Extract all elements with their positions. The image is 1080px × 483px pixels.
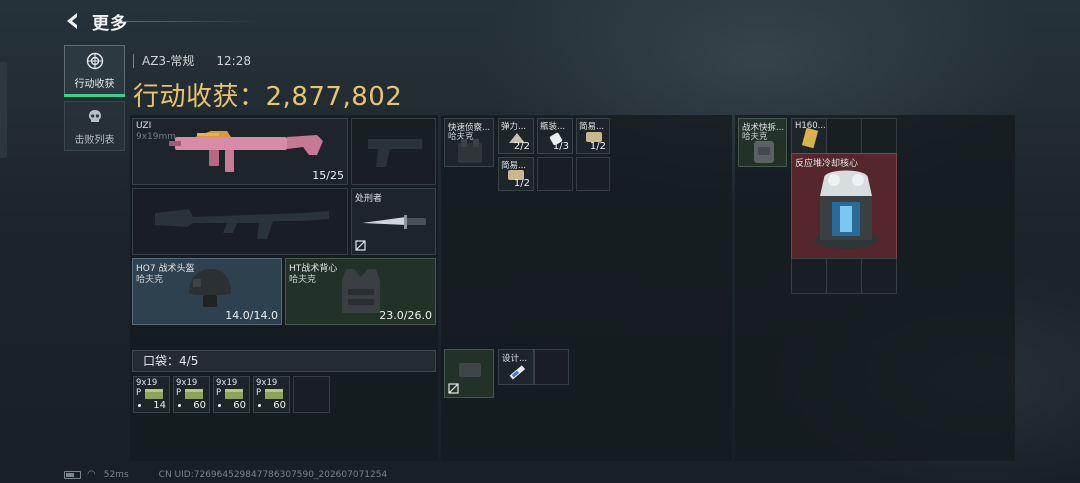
tab-label: 行动收获 — [74, 79, 115, 90]
empty-rig-slot[interactable] — [537, 157, 573, 191]
gain-value: 2,877,802 — [265, 82, 403, 112]
top-bar: 更多 — [62, 8, 128, 34]
ammo-box-icon — [225, 389, 243, 399]
pocket-count: 4/5 — [179, 354, 199, 368]
safe-box-slot[interactable] — [444, 349, 494, 398]
item-count: 2/2 — [513, 141, 530, 152]
ammo-count: 60 — [233, 400, 246, 411]
pistol-silhouette-icon — [368, 139, 422, 167]
melee-name: 处刑者 — [355, 194, 383, 204]
tab-label: 击败列表 — [74, 135, 115, 146]
ammo-dot — [258, 404, 261, 407]
ammo-sub: P — [256, 388, 262, 398]
backpack-slot[interactable]: 战术快拆... 哈夫克 — [738, 118, 787, 167]
backpack-grid: H160... 反应堆冷却核心 — [791, 118, 897, 294]
status-bar: ◠ 52ms CN UID:726964529847786307590_2026… — [64, 469, 387, 480]
ammo-sub: P — [216, 388, 222, 398]
ammo-count: 60 — [273, 400, 286, 411]
primary-ammo: 15/25 — [312, 169, 344, 182]
secondary-weapon-slot[interactable] — [132, 188, 348, 255]
armor-slot[interactable]: HT战术背心 哈夫克 23.0/26.0 — [285, 258, 436, 325]
pocket-label: 口袋： — [143, 354, 180, 368]
empty-backpack-slot[interactable] — [861, 258, 897, 294]
item-count: 1/2 — [513, 178, 530, 189]
helmet-brand: 哈夫克 — [136, 275, 164, 285]
reactor-core-slot[interactable]: 反应堆冷却核心 — [791, 153, 897, 259]
safe-box-icon — [459, 363, 481, 377]
ammo-sub: P — [176, 388, 182, 398]
ammo-slot[interactable]: 9x19 P 60 — [213, 376, 250, 413]
ammo-box-icon — [185, 389, 203, 399]
chest-rig-slot[interactable]: 快速侦察... 哈夫克 — [444, 118, 494, 167]
tab-action-gains[interactable]: 行动收获 — [64, 45, 125, 97]
title-divider — [125, 21, 260, 22]
meta-divider — [133, 53, 134, 68]
ammo-dot — [178, 404, 181, 407]
empty-rig-slot[interactable] — [576, 157, 610, 191]
rig-item-slot[interactable]: 简易... 1/2 — [576, 118, 610, 154]
empty-backpack-slot[interactable] — [861, 118, 897, 154]
tab-defeat-list[interactable]: 击败列表 — [64, 101, 125, 151]
rig-item-slot[interactable]: 弹力... 2/2 — [498, 118, 534, 154]
backpack-item-slot[interactable]: H160... — [791, 118, 827, 154]
melee-slot[interactable]: 处刑者 — [351, 188, 436, 255]
gain-label: 行动收获： — [133, 82, 266, 112]
match-info: AZ3-常规 12:28 — [133, 52, 251, 69]
item-count: 1/3 — [552, 141, 569, 152]
uid-text: CN UID:726964529847786307590_20260707125… — [158, 469, 388, 480]
ammo-count: 14 — [153, 400, 166, 411]
skull-icon — [88, 110, 101, 122]
rig-item-slot[interactable]: 简易... 1/2 — [498, 157, 534, 191]
helmet-icon — [189, 269, 231, 307]
ammo-box-icon — [265, 389, 283, 399]
secure-icon — [448, 383, 459, 394]
helmet-durability: 14.0/14.0 — [225, 309, 278, 322]
page-title: 更多 — [92, 13, 128, 34]
card-icon — [801, 127, 819, 149]
empty-pocket-slot[interactable] — [293, 376, 330, 413]
syringe-icon — [509, 365, 526, 380]
helmet-slot[interactable]: HO7 战术头盔 哈夫克 14.0/14.0 — [132, 258, 282, 325]
primary-weapon-slot[interactable]: UZI 9x19mm 15/25 — [132, 118, 348, 185]
armor-durability: 23.0/26.0 — [379, 309, 432, 322]
ammo-slot[interactable]: 9x19 P 60 — [173, 376, 210, 413]
action-gain-total: 行动收获：2,877,802 — [133, 76, 402, 113]
battery-icon — [64, 470, 81, 479]
pistol-slot[interactable] — [351, 118, 436, 185]
ammo-box-icon — [145, 389, 163, 399]
vest-icon — [342, 269, 380, 313]
knife-icon — [362, 215, 426, 229]
rig-item-slot[interactable]: 瓶装... 1/3 — [537, 118, 573, 154]
ammo-sub: P — [136, 388, 142, 398]
uzi-icon — [169, 131, 323, 172]
target-icon — [86, 52, 103, 70]
chest-rig-icon — [458, 139, 482, 163]
rifle-silhouette-icon — [155, 209, 329, 239]
backpack-icon — [754, 141, 774, 163]
empty-case-slot[interactable] — [534, 349, 569, 385]
match-time: 12:28 — [216, 53, 251, 68]
ammo-count: 60 — [193, 400, 206, 411]
empty-backpack-slot[interactable] — [791, 258, 827, 294]
weapon-name: UZI — [136, 121, 152, 131]
ammo-dot — [218, 404, 221, 407]
armor-brand: 哈夫克 — [289, 275, 317, 285]
map-name: AZ3-常规 — [142, 54, 195, 68]
pocket-header: 口袋：4/5 — [132, 350, 436, 372]
case-item-slot[interactable]: 设计... — [498, 349, 534, 385]
wifi-icon: ◠ — [87, 469, 96, 480]
ammo-slot[interactable]: 9x19 P 14 — [133, 376, 170, 413]
back-arrow-icon[interactable] — [62, 10, 84, 32]
edge-handle — [0, 62, 7, 158]
ammo-dot — [138, 404, 141, 407]
ammo-slot[interactable]: 9x19 P 60 — [253, 376, 290, 413]
empty-backpack-slot[interactable] — [826, 258, 862, 294]
reactor-core-icon — [814, 170, 878, 249]
ping-readout: 52ms — [103, 469, 129, 480]
empty-backpack-slot[interactable] — [826, 118, 862, 154]
item-count: 1/2 — [589, 141, 606, 152]
secure-icon — [355, 240, 366, 251]
